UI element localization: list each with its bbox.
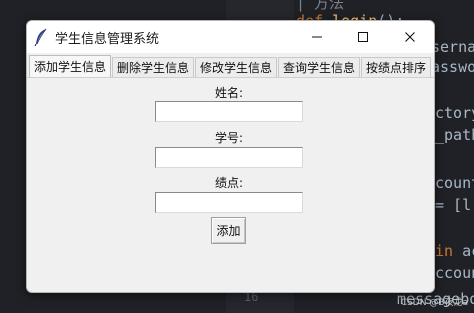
maximize-icon [358, 32, 368, 42]
watermark: CSDN @B夜龙a [400, 298, 468, 308]
minimize-icon [312, 36, 322, 38]
gpa-label: 绩点: [214, 176, 244, 190]
code-line: ccount [435, 264, 474, 282]
gpa-field[interactable] [155, 192, 303, 213]
feather-icon [34, 28, 47, 46]
notebook-tabs: 添加学生信息 删除学生信息 修改学生信息 查询学生信息 按绩点排序 [27, 55, 434, 77]
window-title: 学生信息管理系统 [55, 32, 160, 47]
code-line: asswor [431, 58, 474, 76]
name-label: 姓名: [214, 86, 244, 100]
code-line: = [l [435, 196, 472, 214]
maximize-button[interactable] [340, 21, 386, 53]
add-button[interactable]: 添加 [211, 217, 246, 244]
close-icon [405, 32, 415, 42]
code-line: in ac [435, 242, 474, 260]
tab-modify-student[interactable]: 修改学生信息 [195, 57, 277, 77]
code-line: sernam [431, 38, 474, 56]
code-line: count [435, 174, 474, 192]
app-window: 学生信息管理系统 添加学生信息 删除学生信息 修改学生信息 查询学生信息 按绩点… [26, 20, 435, 293]
student-id-field[interactable] [155, 147, 303, 168]
student-id-label: 学号: [214, 131, 244, 145]
close-button[interactable] [387, 21, 433, 53]
name-field[interactable] [155, 101, 303, 122]
minimize-button[interactable] [294, 21, 340, 53]
title-bar[interactable]: 学生信息管理系统 [27, 21, 434, 53]
tab-delete-student[interactable]: 删除学生信息 [112, 57, 194, 77]
tab-divider [27, 77, 434, 78]
tab-add-student[interactable]: 添加学生信息 [29, 55, 111, 77]
code-line: _path [435, 126, 474, 144]
tab-sort-by-gpa[interactable]: 按绩点排序 [361, 57, 431, 77]
tab-query-student[interactable]: 查询学生信息 [278, 57, 360, 77]
code-line: ctory [435, 104, 474, 122]
